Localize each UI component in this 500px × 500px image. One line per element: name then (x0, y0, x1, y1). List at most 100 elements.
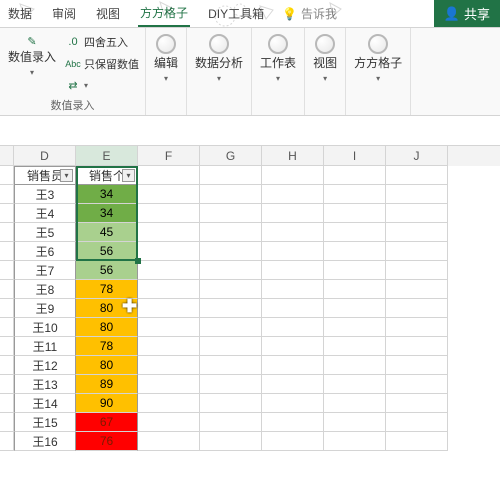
cell[interactable] (200, 356, 262, 375)
fill-handle[interactable] (135, 258, 141, 264)
cell[interactable] (324, 356, 386, 375)
tab-view[interactable]: 视图 (94, 1, 122, 26)
cell[interactable] (200, 432, 262, 451)
cell[interactable] (324, 204, 386, 223)
cell[interactable] (262, 318, 324, 337)
cell[interactable] (386, 204, 448, 223)
tab-diy[interactable]: DIY工具箱 (206, 1, 266, 26)
cell[interactable] (200, 261, 262, 280)
cell[interactable] (138, 413, 200, 432)
cell-count[interactable]: 78 (76, 280, 138, 299)
cell-count[interactable]: 34 (76, 185, 138, 204)
filter-icon[interactable]: ▾ (122, 169, 135, 182)
convert-button[interactable]: ⇄▾ (66, 76, 139, 95)
header-count[interactable]: 销售个▾ (76, 166, 138, 185)
cell[interactable] (386, 356, 448, 375)
cell[interactable] (262, 204, 324, 223)
edit-button[interactable]: 编辑▾ (152, 32, 180, 87)
cell[interactable] (200, 204, 262, 223)
cell[interactable] (324, 375, 386, 394)
cell[interactable] (138, 394, 200, 413)
cell-count[interactable]: 80 (76, 318, 138, 337)
cell[interactable] (262, 375, 324, 394)
cell[interactable] (262, 280, 324, 299)
cell-seller[interactable]: 王16 (14, 432, 76, 451)
cell[interactable] (386, 394, 448, 413)
cell[interactable] (324, 261, 386, 280)
tab-review[interactable]: 审阅 (50, 1, 78, 26)
cell-seller[interactable]: 王14 (14, 394, 76, 413)
share-button[interactable]: 👤 共享 (434, 0, 500, 27)
cell[interactable] (138, 242, 200, 261)
colhead-J[interactable]: J (386, 146, 448, 166)
cell[interactable] (324, 185, 386, 204)
cell[interactable] (324, 318, 386, 337)
cell-count[interactable]: 67 (76, 413, 138, 432)
view-button[interactable]: 视图▾ (311, 32, 339, 87)
cell[interactable] (138, 356, 200, 375)
colhead-F[interactable]: F (138, 146, 200, 166)
cell[interactable] (138, 432, 200, 451)
cell[interactable] (262, 356, 324, 375)
cell[interactable] (138, 185, 200, 204)
cell-seller[interactable]: 王3 (14, 185, 76, 204)
worksheet-grid[interactable]: D E F G H I J 销售员▾销售个▾王334王434王545王656王7… (0, 146, 500, 451)
cell[interactable] (324, 242, 386, 261)
cell[interactable] (138, 337, 200, 356)
round-button[interactable]: .0四舍五入 (66, 32, 139, 51)
worksheet-button[interactable]: 工作表▾ (258, 32, 298, 87)
colhead-H[interactable]: H (262, 146, 324, 166)
cell[interactable] (138, 223, 200, 242)
cell[interactable] (324, 394, 386, 413)
cell[interactable] (324, 280, 386, 299)
cell-seller[interactable]: 王7 (14, 261, 76, 280)
cell[interactable] (324, 299, 386, 318)
cell[interactable] (138, 280, 200, 299)
cell-seller[interactable]: 王12 (14, 356, 76, 375)
cell[interactable] (386, 185, 448, 204)
cell[interactable] (200, 185, 262, 204)
cell[interactable] (200, 166, 262, 185)
keep-num-button[interactable]: Abc只保留数值 (66, 54, 139, 73)
cell[interactable] (386, 166, 448, 185)
tell-me[interactable]: 💡 告诉我 (282, 5, 337, 22)
cell-seller[interactable]: 王15 (14, 413, 76, 432)
cell-count[interactable]: 90 (76, 394, 138, 413)
filter-icon[interactable]: ▾ (60, 169, 73, 182)
cell[interactable] (324, 223, 386, 242)
cell-count[interactable]: 89 (76, 375, 138, 394)
cell[interactable] (262, 432, 324, 451)
cell[interactable] (262, 242, 324, 261)
cell-seller[interactable]: 王6 (14, 242, 76, 261)
cell[interactable] (200, 375, 262, 394)
cell-count[interactable]: 34 (76, 204, 138, 223)
cell[interactable] (262, 185, 324, 204)
cell[interactable] (200, 223, 262, 242)
colhead-G[interactable]: G (200, 146, 262, 166)
cell-seller[interactable]: 王4 (14, 204, 76, 223)
cell[interactable] (262, 337, 324, 356)
cell[interactable] (262, 394, 324, 413)
cell[interactable] (200, 413, 262, 432)
data-analysis-button[interactable]: 数据分析▾ (193, 32, 245, 87)
cell[interactable] (200, 280, 262, 299)
colhead-I[interactable]: I (324, 146, 386, 166)
cell[interactable] (262, 299, 324, 318)
cell[interactable] (200, 394, 262, 413)
cell[interactable] (386, 299, 448, 318)
cell[interactable] (138, 375, 200, 394)
cell[interactable] (324, 337, 386, 356)
cell-count[interactable]: 80 (76, 356, 138, 375)
cell[interactable] (386, 432, 448, 451)
cell[interactable] (200, 318, 262, 337)
cell[interactable] (386, 223, 448, 242)
tab-data[interactable]: 数据 (6, 1, 34, 26)
colhead-E[interactable]: E (76, 146, 138, 166)
tab-ffgz[interactable]: 方方格子 (138, 0, 190, 27)
cell-seller[interactable]: 王5 (14, 223, 76, 242)
cell-count[interactable]: 76 (76, 432, 138, 451)
cell-seller[interactable]: 王10 (14, 318, 76, 337)
cell[interactable] (138, 261, 200, 280)
cell-count[interactable]: 80 (76, 299, 138, 318)
cell-count[interactable]: 45 (76, 223, 138, 242)
